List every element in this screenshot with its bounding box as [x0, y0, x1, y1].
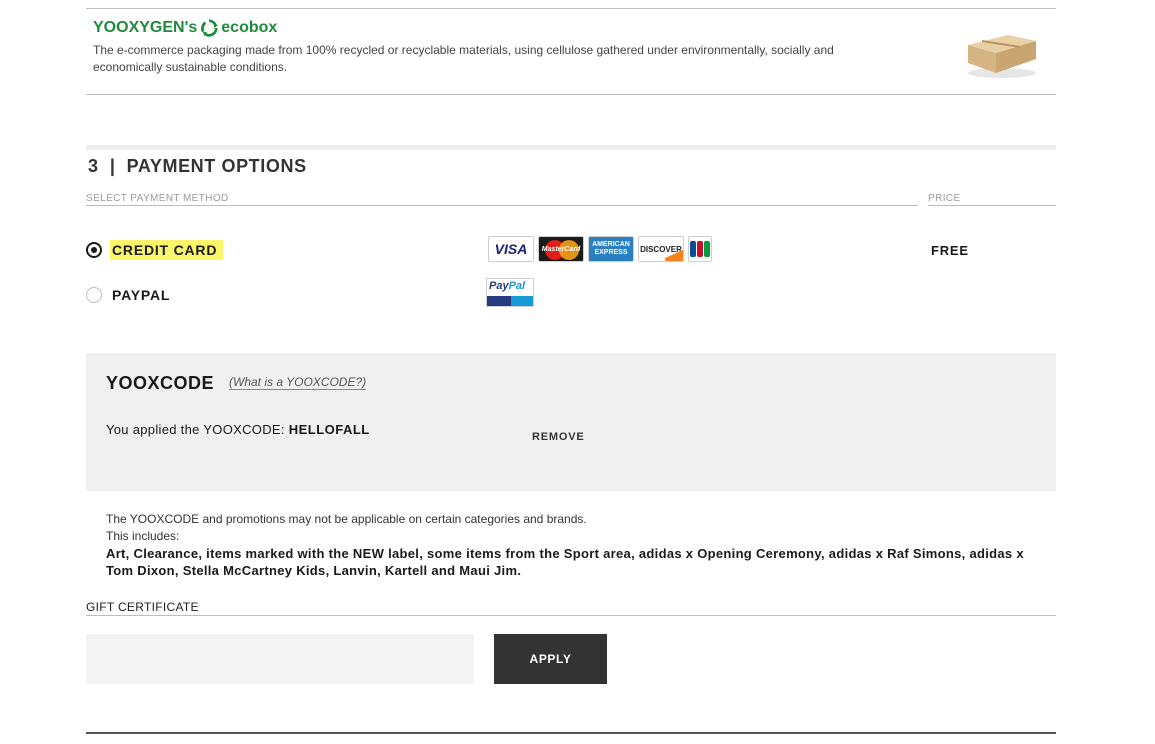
bottom-divider	[86, 732, 1056, 734]
paypal-radio[interactable]	[86, 287, 102, 303]
disclaimer-line2: This includes:	[106, 529, 180, 543]
ecobox-title-prefix: YOOXYGEN's	[93, 19, 198, 36]
credit-card-radio[interactable]	[86, 242, 102, 258]
promo-title: YOOXCODE	[106, 373, 215, 393]
gift-certificate-input[interactable]	[86, 634, 474, 684]
recycle-icon	[201, 19, 219, 37]
visa-logo: VISA	[488, 236, 534, 262]
gift-certificate-label: GIFT CERTIFICATE	[86, 600, 1056, 616]
payment-option-paypal[interactable]: PAYPAL	[86, 285, 176, 305]
promo-applied-code: HELLOFALL	[288, 422, 370, 437]
paypal-logo: PayPal	[486, 278, 534, 307]
ecobox-title-suffix: ecobox	[221, 19, 278, 36]
column-header-method: SELECT PAYMENT METHOD	[86, 193, 918, 206]
payment-section-title: 3 | PAYMENT OPTIONS	[88, 156, 307, 176]
promo-applied-text: You applied the YOOXCODE: HELLOFALL	[106, 422, 370, 437]
card-logos: VISA MasterCard AMERICAN EXPRESS DISCOVE…	[488, 236, 712, 262]
section-divider	[86, 145, 1056, 150]
disclaimer-line1: The YOOXCODE and promotions may not be a…	[106, 512, 587, 526]
disclaimer-exclusions: Art, Clearance, items marked with the NE…	[106, 546, 1024, 578]
promo-help-link[interactable]: (What is a YOOXCODE?)	[229, 375, 367, 390]
ecobox-description: The e-commerce packaging made from 100% …	[93, 43, 834, 74]
mastercard-logo: MasterCard	[538, 236, 584, 262]
promo-code-panel: YOOXCODE (What is a YOOXCODE?) You appli…	[86, 353, 1056, 491]
cardboard-box-image	[968, 35, 1036, 78]
mastercard-logo-text: MasterCard	[541, 245, 581, 253]
credit-card-price: FREE	[931, 243, 969, 258]
ecobox-banner: YOOXYGEN's ecobox The e-commerce packagi…	[86, 8, 1056, 95]
apply-gift-button[interactable]: APPLY	[494, 634, 607, 684]
promo-disclaimer: The YOOXCODE and promotions may not be a…	[106, 511, 1026, 579]
payment-option-credit-card[interactable]: CREDIT CARD	[86, 240, 224, 260]
column-header-price: PRICE	[928, 193, 1056, 206]
promo-applied-label: You applied the YOOXCODE:	[106, 422, 285, 437]
amex-logo: AMERICAN EXPRESS	[588, 236, 634, 262]
remove-promo-button[interactable]: REMOVE	[532, 431, 584, 443]
credit-card-label[interactable]: CREDIT CARD	[110, 240, 224, 260]
paypal-logo-text: PayPal	[489, 280, 526, 292]
ecobox-title: YOOXYGEN's ecobox	[93, 19, 277, 37]
paypal-label[interactable]: PAYPAL	[110, 285, 176, 305]
discover-logo: DISCOVER	[638, 236, 684, 262]
jcb-logo	[688, 236, 712, 262]
